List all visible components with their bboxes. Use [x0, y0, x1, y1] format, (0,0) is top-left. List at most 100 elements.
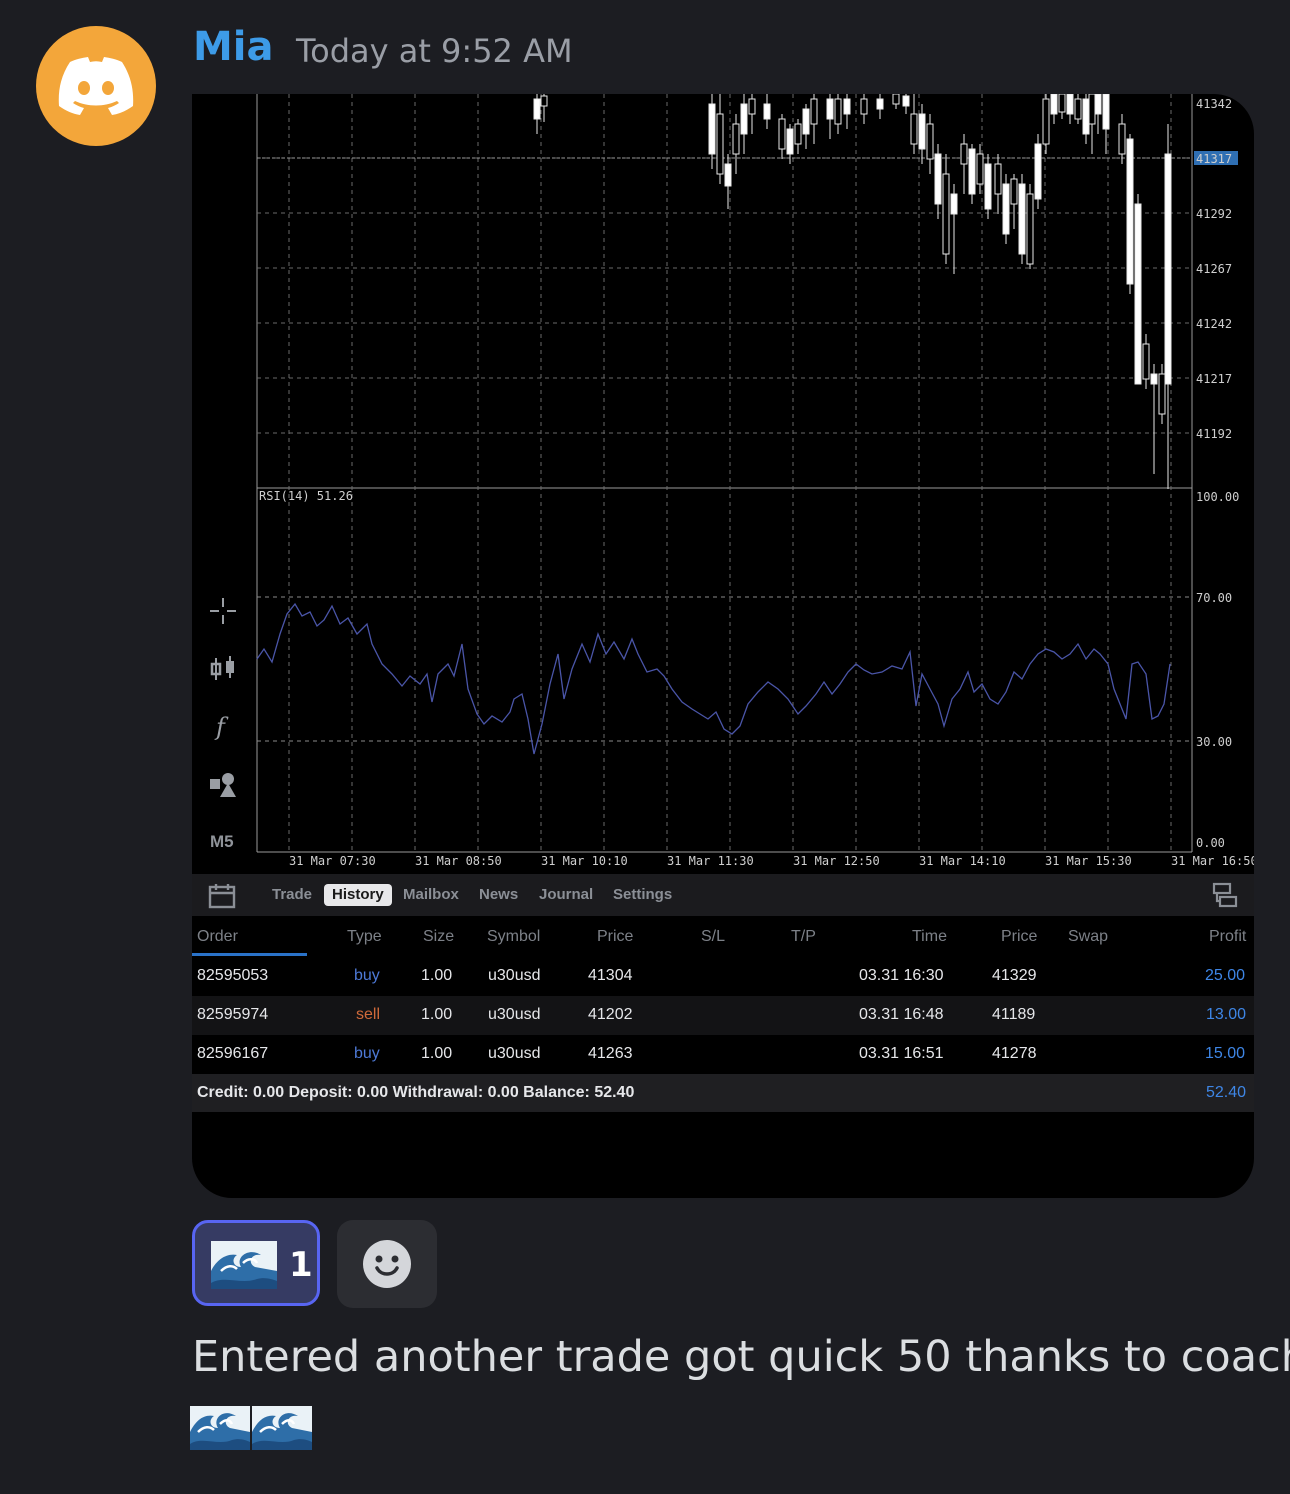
time-label: 31 Mar 08:50	[415, 854, 502, 868]
candle-body	[778, 118, 786, 150]
tab-journal[interactable]: Journal	[539, 884, 593, 906]
candle-body	[1094, 94, 1102, 115]
table-row[interactable]: 82595053 buy 1.00 u30usd 41304 03.31 16:…	[192, 957, 1254, 996]
tab-history[interactable]: History	[324, 884, 392, 906]
col-open-price[interactable]: Price	[597, 928, 633, 946]
tab-settings[interactable]: Settings	[613, 884, 672, 906]
time-label: 31 Mar 11:30	[667, 854, 754, 868]
avatar[interactable]	[36, 26, 156, 146]
function-icon[interactable]: f	[208, 711, 238, 741]
timeframe-button[interactable]: M5	[210, 832, 234, 852]
crosshair-icon[interactable]	[208, 596, 238, 626]
trade-type: buy	[354, 1045, 380, 1062]
author-name[interactable]: Mia	[193, 24, 274, 70]
candle-body	[876, 98, 884, 110]
message-timestamp: Today at 9:52 AM	[296, 32, 573, 70]
order-id: 82595974	[197, 1006, 269, 1023]
price-label: 41242	[1196, 317, 1232, 331]
col-type[interactable]: Type	[347, 928, 382, 946]
col-time[interactable]: Time	[912, 928, 947, 946]
rsi-label: 0.00	[1196, 836, 1225, 850]
time-label: 31 Mar 12:50	[793, 854, 880, 868]
candle-body	[843, 98, 851, 115]
candle-body	[1134, 203, 1142, 385]
candle-body	[1042, 98, 1050, 145]
col-close-price[interactable]: Price	[1001, 928, 1037, 946]
candle-body	[950, 193, 958, 215]
candle-body	[810, 98, 818, 125]
candle-body	[732, 123, 740, 155]
tab-news[interactable]: News	[479, 884, 518, 906]
terminal-tabs: Trade History Mailbox News Journal Setti…	[192, 874, 1254, 916]
col-sl[interactable]: S/L	[701, 928, 725, 946]
smiley-icon	[363, 1240, 411, 1288]
time-label: 31 Mar 15:30	[1045, 854, 1132, 868]
trade-size: 1.00	[421, 967, 453, 984]
candle-body	[994, 163, 1002, 195]
candle-body	[1126, 138, 1134, 285]
price-label: 41317	[1196, 152, 1232, 166]
price-label: 41292	[1196, 207, 1232, 221]
trade-profit: 13.00	[1206, 1006, 1247, 1023]
candle-body	[1018, 183, 1026, 255]
tab-mailbox[interactable]: Mailbox	[403, 884, 459, 906]
candle-body	[1088, 94, 1096, 125]
candle-body	[1142, 343, 1150, 380]
candle-body	[1002, 183, 1010, 235]
candle-body	[1010, 178, 1018, 205]
reaction-count: 1	[289, 1245, 313, 1285]
trade-symbol: u30usd	[488, 967, 541, 984]
close-time: 03.31 16:48	[859, 1006, 944, 1023]
wave-emoji	[252, 1406, 312, 1450]
price-chart: 41342 41317 41292 41267 41242 41217 41192 100.0…	[256, 94, 1254, 868]
close-price: 41278	[992, 1045, 1037, 1062]
layout-toggle-icon[interactable]	[1212, 881, 1240, 909]
candlestick-icon[interactable]	[208, 654, 238, 684]
add-reaction-button[interactable]	[337, 1220, 437, 1308]
time-label: 31 Mar 16:50	[1171, 854, 1254, 868]
candle-body	[802, 108, 810, 135]
tab-trade[interactable]: Trade	[272, 884, 312, 906]
open-price: 41263	[588, 1045, 633, 1062]
order-id: 82595053	[197, 967, 269, 984]
candle-body	[540, 95, 548, 107]
balance-summary: Credit: 0.00 Deposit: 0.00 Withdrawal: 0…	[192, 1074, 1254, 1112]
trade-profit: 15.00	[1205, 1045, 1246, 1062]
candle-body	[834, 98, 842, 125]
sort-indicator	[192, 953, 307, 956]
candle-body	[960, 143, 968, 165]
close-time: 03.31 16:51	[859, 1045, 944, 1062]
reaction-wave[interactable]: 1	[192, 1220, 320, 1306]
candle-body	[968, 148, 976, 195]
candle-body	[910, 113, 918, 145]
close-price: 41329	[992, 967, 1037, 984]
candle-body	[976, 153, 984, 185]
candle-body	[748, 98, 756, 115]
trade-size: 1.00	[421, 1045, 453, 1062]
col-symbol[interactable]: Symbol	[487, 928, 540, 946]
col-tp[interactable]: T/P	[791, 928, 816, 946]
trade-profit: 25.00	[1205, 967, 1246, 984]
table-row[interactable]: 82596167 buy 1.00 u30usd 41263 03.31 16:…	[192, 1035, 1254, 1074]
candle-body	[1058, 94, 1066, 113]
rsi-label: 30.00	[1196, 735, 1232, 749]
col-swap[interactable]: Swap	[1068, 928, 1108, 946]
col-order[interactable]: Order	[197, 928, 238, 946]
rsi-line	[256, 602, 1171, 755]
calendar-icon[interactable]	[208, 882, 236, 910]
col-profit[interactable]: Profit	[1209, 928, 1246, 946]
rsi-label: 100.00	[1196, 490, 1239, 504]
discord-logo-icon	[58, 57, 134, 115]
candle-body	[1026, 193, 1034, 265]
open-price: 41202	[588, 1006, 633, 1023]
col-size[interactable]: Size	[423, 928, 454, 946]
candle-body	[984, 163, 992, 210]
candle-body	[826, 98, 834, 120]
attached-screenshot[interactable]: 41342 41317 41292 41267 41242 41217 41192 100.0…	[192, 94, 1254, 1198]
table-row[interactable]: 82595974 sell 1.00 u30usd 41202 03.31 16…	[192, 996, 1254, 1035]
time-label: 31 Mar 14:10	[919, 854, 1006, 868]
candle-body	[1158, 373, 1166, 415]
indicator-label: RSI(14) 51.26	[259, 489, 353, 503]
candle-body	[740, 103, 748, 135]
shapes-icon[interactable]	[208, 769, 238, 799]
